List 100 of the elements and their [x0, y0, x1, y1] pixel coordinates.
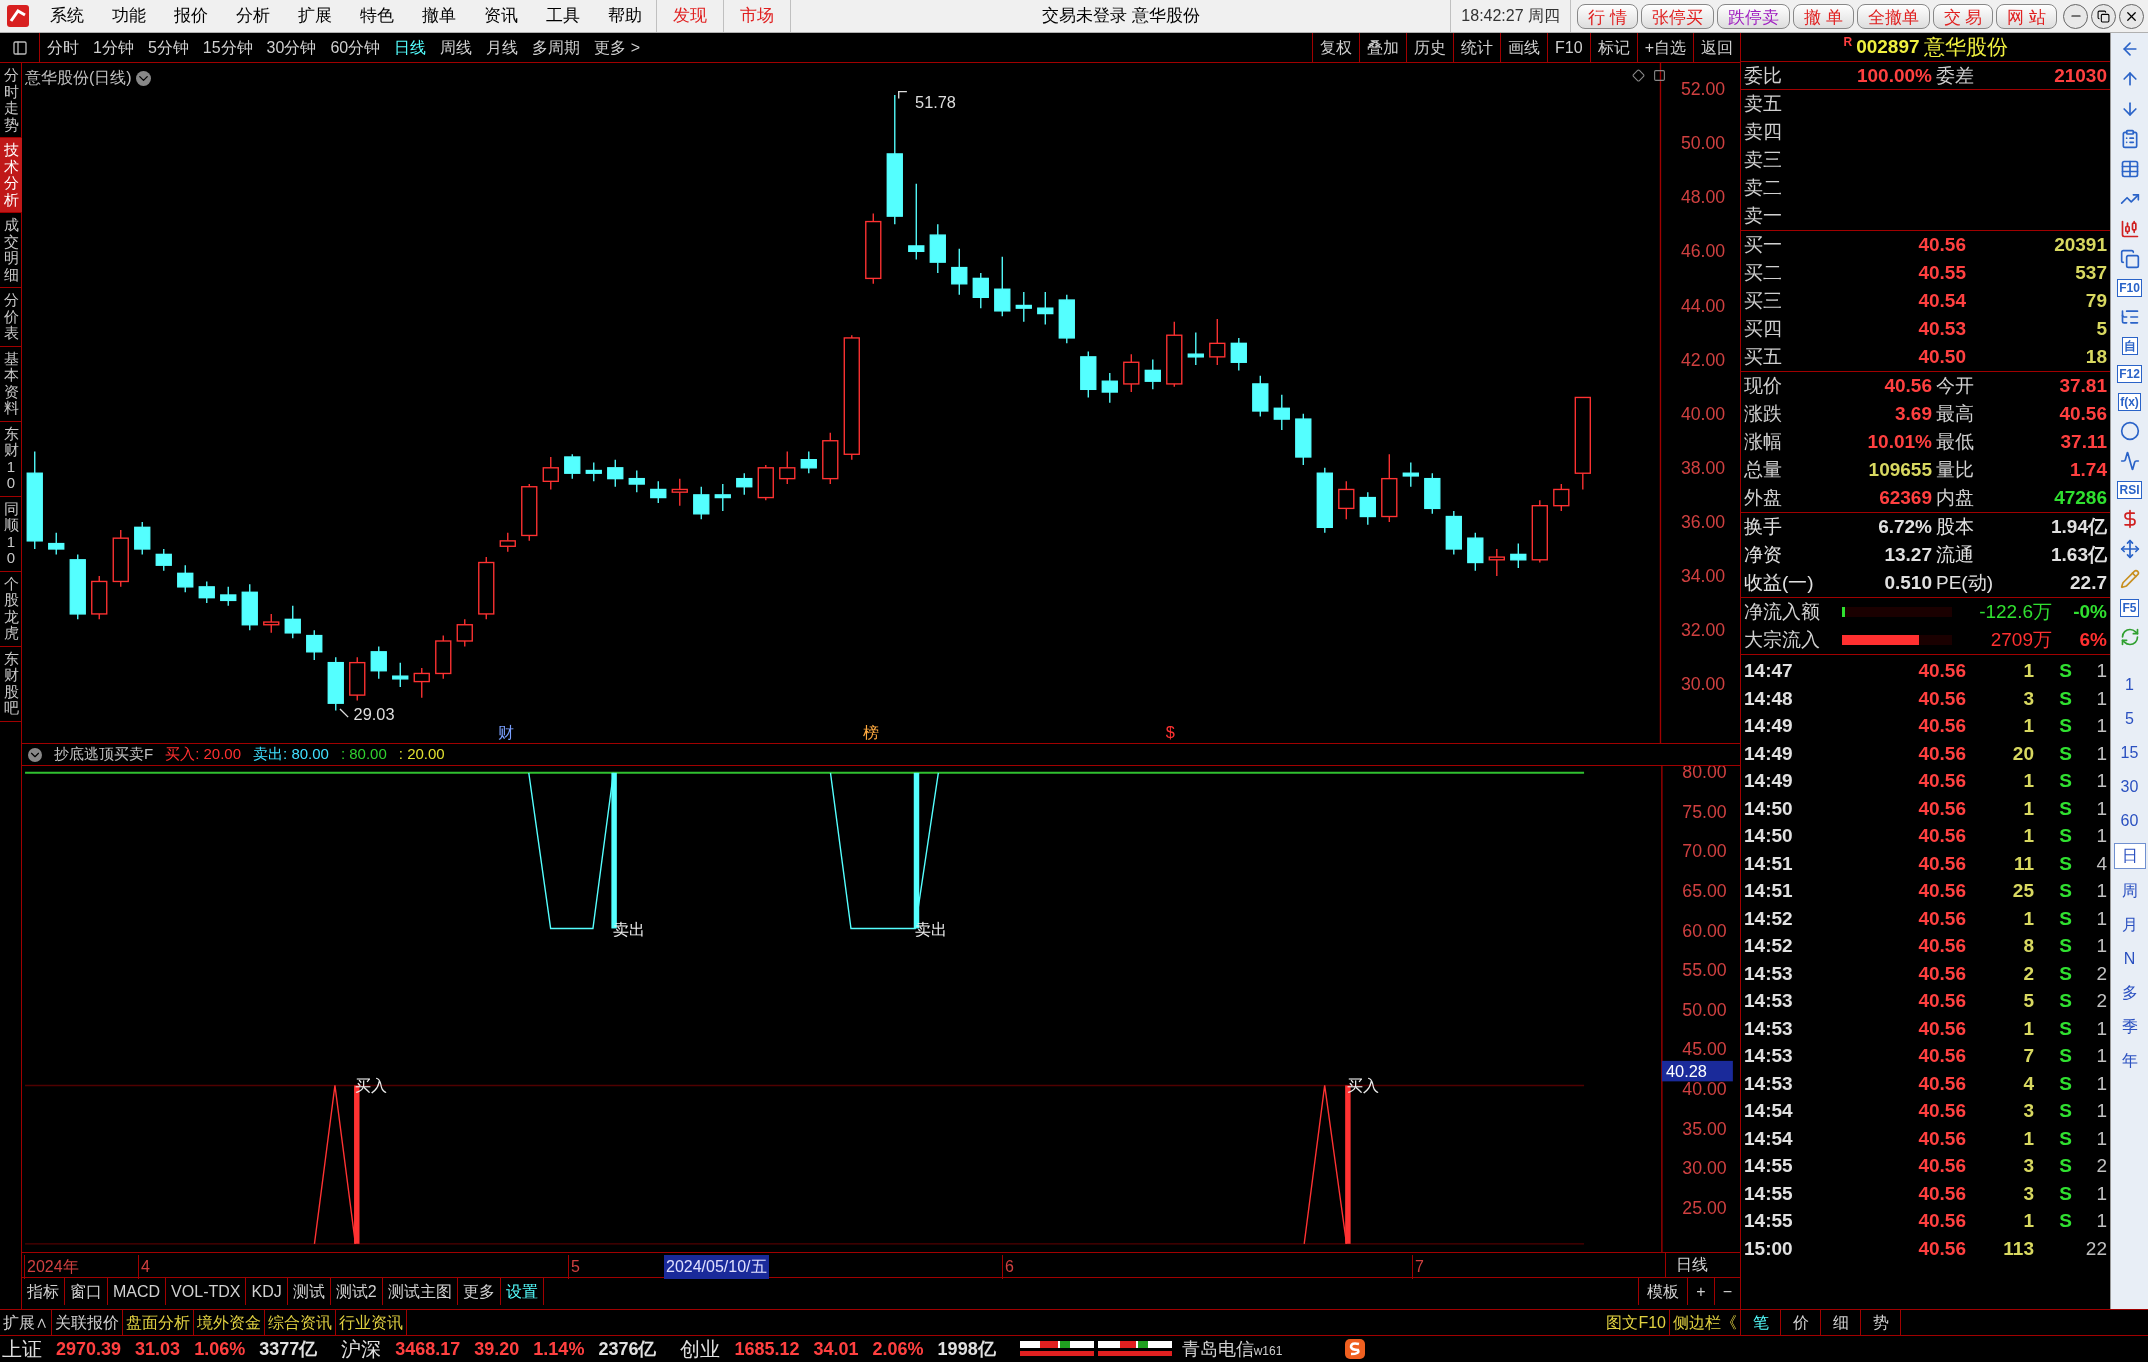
period-tab[interactable]: 60分钟	[323, 35, 388, 60]
toolbar-button[interactable]: 叠加	[1359, 33, 1407, 62]
period-tab[interactable]: 15分钟	[195, 35, 260, 60]
period-tab[interactable]: 5分钟	[140, 35, 196, 60]
quote-tab[interactable]: 势	[1860, 1310, 1900, 1335]
trade-button[interactable]: 跌停卖	[1716, 3, 1790, 29]
trade-button[interactable]: 全撤单	[1856, 3, 1930, 29]
bottom-tab[interactable]: 扩展∧	[0, 1310, 52, 1335]
period-button[interactable]: 季	[2113, 1015, 2146, 1039]
period-tab[interactable]: 多周期	[525, 35, 588, 60]
template-button[interactable]: 模板	[1638, 1278, 1688, 1305]
side-tab[interactable]: 东财股吧	[0, 646, 22, 722]
side-tab[interactable]: 同顺10	[0, 496, 22, 572]
toolbar-button[interactable]: +自选	[1636, 33, 1693, 62]
period-tab[interactable]: 30分钟	[259, 35, 324, 60]
period-button[interactable]: 60	[2113, 809, 2146, 833]
indicator-tab[interactable]: 更多	[457, 1278, 501, 1305]
event-marker[interactable]: 榜	[863, 722, 880, 741]
menu-item[interactable]: 功能	[98, 3, 160, 29]
period-tab[interactable]: 更多 >	[587, 35, 647, 60]
toolbar-button[interactable]: 复权	[1312, 33, 1360, 62]
input-method-icon[interactable]	[1344, 1338, 1366, 1360]
period-button[interactable]: 15	[2113, 741, 2146, 765]
menu-item[interactable]: 特色	[346, 3, 408, 29]
toolbar-button[interactable]: 统计	[1453, 33, 1501, 62]
indicator-tab[interactable]: KDJ	[246, 1278, 288, 1305]
trade-button[interactable]: 网 站	[1996, 3, 2057, 29]
minimize-button[interactable]	[2063, 3, 2088, 29]
period-tab[interactable]: 分时	[40, 35, 86, 60]
bottom-tab[interactable]: 境外资金	[194, 1310, 265, 1335]
close-button[interactable]	[2119, 3, 2144, 29]
bottom-tab[interactable]: 盘面分析	[123, 1310, 194, 1335]
indicator-tab[interactable]: 指标	[22, 1278, 65, 1305]
quote-tab[interactable]: 价	[1780, 1310, 1820, 1335]
menu-item[interactable]: 分析	[222, 3, 284, 29]
side-tab[interactable]: 个股龙虎	[0, 571, 22, 647]
menu-item[interactable]: 发现	[656, 0, 723, 32]
trade-button[interactable]: 张停买	[1640, 3, 1714, 29]
side-tab[interactable]: 东财10	[0, 421, 22, 497]
circle-icon[interactable]	[2119, 421, 2140, 441]
indicator-tab[interactable]: 测试主图	[382, 1278, 458, 1305]
menu-item[interactable]: 扩展	[284, 3, 346, 29]
bottom-tab[interactable]: 侧边栏《	[1669, 1310, 1740, 1335]
template-button[interactable]: +	[1687, 1278, 1714, 1305]
toolbar-button[interactable]: 画线	[1500, 33, 1548, 62]
trade-button[interactable]: 撤 单	[1792, 3, 1854, 29]
side-tab[interactable]: 基本资料	[0, 346, 22, 422]
indicator-tab[interactable]: MACD	[108, 1278, 167, 1305]
template-button[interactable]: −	[1713, 1278, 1740, 1305]
tool-button[interactable]: 自	[2121, 337, 2138, 355]
dropdown-icon[interactable]	[28, 747, 42, 762]
windows-icon[interactable]	[2119, 249, 2140, 269]
period-button[interactable]: 月	[2113, 913, 2146, 937]
toolbar-button[interactable]: F10	[1547, 33, 1590, 62]
period-button[interactable]: 5	[2113, 707, 2146, 731]
menu-item[interactable]: 撤单	[408, 3, 470, 29]
period-button[interactable]: 周	[2113, 879, 2146, 903]
event-marker[interactable]: $	[1165, 722, 1175, 741]
period-tab[interactable]: 1分钟	[86, 35, 141, 60]
refresh-icon[interactable]	[2119, 627, 2140, 647]
table-icon[interactable]	[2119, 159, 2140, 179]
tool-button[interactable]: F5	[2120, 599, 2139, 617]
bottom-tab[interactable]: 综合资讯	[265, 1310, 336, 1335]
period-button[interactable]: 多	[2113, 981, 2146, 1005]
period-button[interactable]: 日	[2113, 843, 2146, 869]
indicator-tab[interactable]: VOL-TDX	[166, 1278, 247, 1305]
square-icon[interactable]	[1653, 69, 1666, 82]
move-icon[interactable]	[2119, 539, 2140, 559]
wave-icon[interactable]	[2119, 451, 2140, 471]
period-button[interactable]: 年	[2113, 1049, 2146, 1073]
diamond-icon[interactable]	[1632, 69, 1645, 82]
candlestick-icon[interactable]	[2119, 219, 2140, 239]
indicator-tab[interactable]: 设置	[500, 1278, 544, 1305]
tool-button[interactable]: f(x)	[2118, 393, 2141, 411]
menu-item[interactable]: 工具	[532, 3, 594, 29]
quote-tab[interactable]: 细	[1820, 1310, 1860, 1335]
tree-icon[interactable]	[2119, 307, 2140, 327]
tool-button[interactable]: F12	[2117, 365, 2142, 383]
period-tab[interactable]: 日线	[387, 35, 434, 60]
toolbar-button[interactable]: 历史	[1406, 33, 1454, 62]
bottom-tab[interactable]: 行业资讯	[336, 1310, 407, 1335]
menu-item[interactable]: 系统	[36, 3, 98, 29]
side-tab[interactable]: 技术分析	[0, 138, 22, 213]
period-tab[interactable]: 周线	[433, 35, 480, 60]
tool-button[interactable]: F10	[2117, 279, 2142, 297]
trade-button[interactable]: 行 情	[1577, 3, 1638, 29]
period-button[interactable]: N	[2113, 947, 2146, 971]
indicator-tab[interactable]: 测试	[287, 1278, 331, 1305]
period-tab[interactable]: 月线	[479, 35, 526, 60]
indicator-tab[interactable]: 窗口	[65, 1278, 108, 1305]
event-marker[interactable]: 财	[498, 722, 515, 741]
period-button[interactable]: 30	[2113, 775, 2146, 799]
restore-button[interactable]	[2091, 3, 2116, 29]
menu-item[interactable]: 帮助	[594, 3, 656, 29]
menu-item[interactable]: 资讯	[470, 3, 532, 29]
side-tab[interactable]: 分价表	[0, 288, 22, 347]
side-tab[interactable]: 成交明细	[0, 213, 22, 288]
bottom-tab[interactable]: 图文F10	[1603, 1310, 1669, 1335]
indicator-tab[interactable]: 测试2	[330, 1278, 383, 1305]
quote-tab[interactable]: 笔	[1740, 1310, 1780, 1335]
